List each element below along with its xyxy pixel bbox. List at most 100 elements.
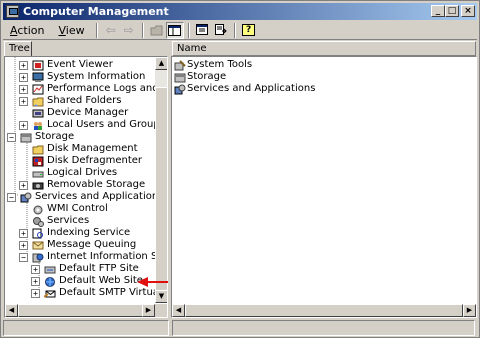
services-icon [33,216,44,227]
tree-item[interactable]: + Default Web Site [31,275,143,287]
expand-icon[interactable]: + [31,264,40,274]
up-folder-icon [150,25,163,35]
tree-scroll-thumb[interactable] [155,87,167,299]
list-item[interactable]: Storage [174,71,226,83]
list-item[interactable]: System Tools [174,59,252,71]
list-item-label: System Tools [187,59,253,70]
system-information-icon [32,72,44,82]
window-controls: _ □ × [431,5,475,17]
expand-icon[interactable]: + [19,240,28,250]
event-viewer-icon [32,60,44,70]
show-hide-tree-button[interactable] [165,21,184,39]
tree-item[interactable]: + Removable Storage [19,179,145,191]
back-button[interactable]: ⇦ [102,22,120,39]
tree-item-label: Local Users and Groups [47,119,165,130]
export-list-button[interactable] [212,22,230,39]
tree-item[interactable]: − Storage [7,131,74,143]
tree-horizontal-scrollbar[interactable]: ◀ ▶ [5,304,155,317]
menu-action[interactable]: Action [3,22,51,39]
tree-item-label: Services [47,215,90,226]
logical-drives-icon [32,171,44,177]
tree-item[interactable]: + Message Queuing [19,239,136,251]
close-button[interactable]: × [461,5,475,17]
forward-button[interactable]: ⇨ [120,22,138,39]
collapse-icon[interactable]: − [7,132,16,142]
scroll-up-button[interactable]: ▲ [155,57,167,70]
ftp-site-icon [44,266,56,273]
list-scroll-left-button[interactable]: ◀ [172,304,185,317]
tree-item-label: Device Manager [47,107,129,118]
expand-icon[interactable]: + [19,72,28,82]
tree-item[interactable]: + Default SMTP Virtual Serv [31,287,167,299]
tree-item[interactable]: + System Information [19,71,145,83]
tree-item[interactable]: − Internet Information Services [19,251,167,263]
tree-item[interactable]: Services [19,215,89,227]
minimize-button[interactable]: _ [431,5,445,17]
properties-icon [196,24,209,35]
tree-item-label: Shared Folders [47,95,122,106]
expand-icon[interactable]: + [19,120,28,130]
expand-icon[interactable]: + [31,276,40,286]
tree-item[interactable]: + Event Viewer [19,59,113,71]
list-item-label: Storage [187,71,227,82]
help-button[interactable]: ? [240,22,258,39]
expand-icon[interactable]: + [19,84,28,94]
menu-view[interactable]: View [51,22,91,39]
tree-vertical-scrollbar[interactable]: ▲ ▼ [155,57,167,303]
scroll-corner [155,304,167,317]
expand-icon[interactable]: + [19,60,28,70]
tree-item-label: Default FTP Site [59,263,139,274]
status-panel-left [3,320,169,336]
tree-item[interactable]: − Services and Applications [7,191,163,203]
status-bar [3,320,477,336]
tree-item[interactable]: Logical Drives [19,167,117,179]
collapse-icon[interactable]: − [19,252,28,262]
services-applications-icon [174,84,186,94]
toolbar-separator [233,22,236,38]
tree-item[interactable]: Device Manager [19,107,128,119]
tree-item[interactable]: WMI Control [19,203,108,215]
tab-tree[interactable]: Tree [4,41,32,56]
device-manager-icon [32,109,44,117]
forward-arrow-icon: ⇨ [123,23,134,37]
annotation-arrow [137,277,168,287]
disk-management-icon [32,145,44,154]
properties-button[interactable] [194,22,212,39]
collapse-icon[interactable]: − [7,192,16,202]
export-list-icon [215,24,227,35]
tree-item[interactable]: + Shared Folders [19,95,122,107]
scroll-down-button[interactable]: ▼ [155,290,167,303]
local-users-icon [34,121,42,130]
tree-hscroll-thumb[interactable] [18,304,143,317]
scroll-left-button[interactable]: ◀ [5,304,18,317]
name-column-header[interactable]: Name [172,41,476,56]
tree-item[interactable]: Disk Defragmenter [19,155,142,167]
tree-item[interactable]: + Default FTP Site [31,263,139,275]
expand-icon[interactable]: + [19,228,28,238]
list-item-label: Services and Applications [187,83,316,94]
maximize-button[interactable]: □ [445,5,459,17]
tree-item-label: Event Viewer [47,59,113,70]
title-bar[interactable]: Computer Management _ □ × [3,3,477,20]
tree-item[interactable]: + Performance Logs and Alerts [19,83,167,95]
menu-view-rest: iew [65,23,85,37]
tree-item[interactable]: Disk Management [19,143,138,155]
up-one-level-button[interactable] [148,22,166,39]
removable-storage-icon [32,182,44,189]
list-item[interactable]: Services and Applications [174,83,315,95]
console-tree-icon [168,24,182,36]
list-hscroll-thumb[interactable] [185,304,463,317]
performance-logs-icon [32,84,44,94]
list-scroll-right-button[interactable]: ▶ [463,304,476,317]
expand-icon[interactable]: + [31,288,40,298]
expand-icon[interactable]: + [19,180,28,190]
tree-item[interactable]: + Local Users and Groups [19,119,165,131]
menu-action-rest: ction [17,23,45,37]
scroll-right-button[interactable]: ▶ [142,304,155,317]
expand-icon[interactable]: + [19,96,28,106]
tree-item-label: Storage [35,131,75,142]
tree-item-label: Default SMTP Virtual Serv [59,287,167,298]
list-horizontal-scrollbar[interactable]: ◀ ▶ [172,304,476,317]
tree-item[interactable]: + Indexing Service [19,227,130,239]
storage-icon [174,73,186,82]
